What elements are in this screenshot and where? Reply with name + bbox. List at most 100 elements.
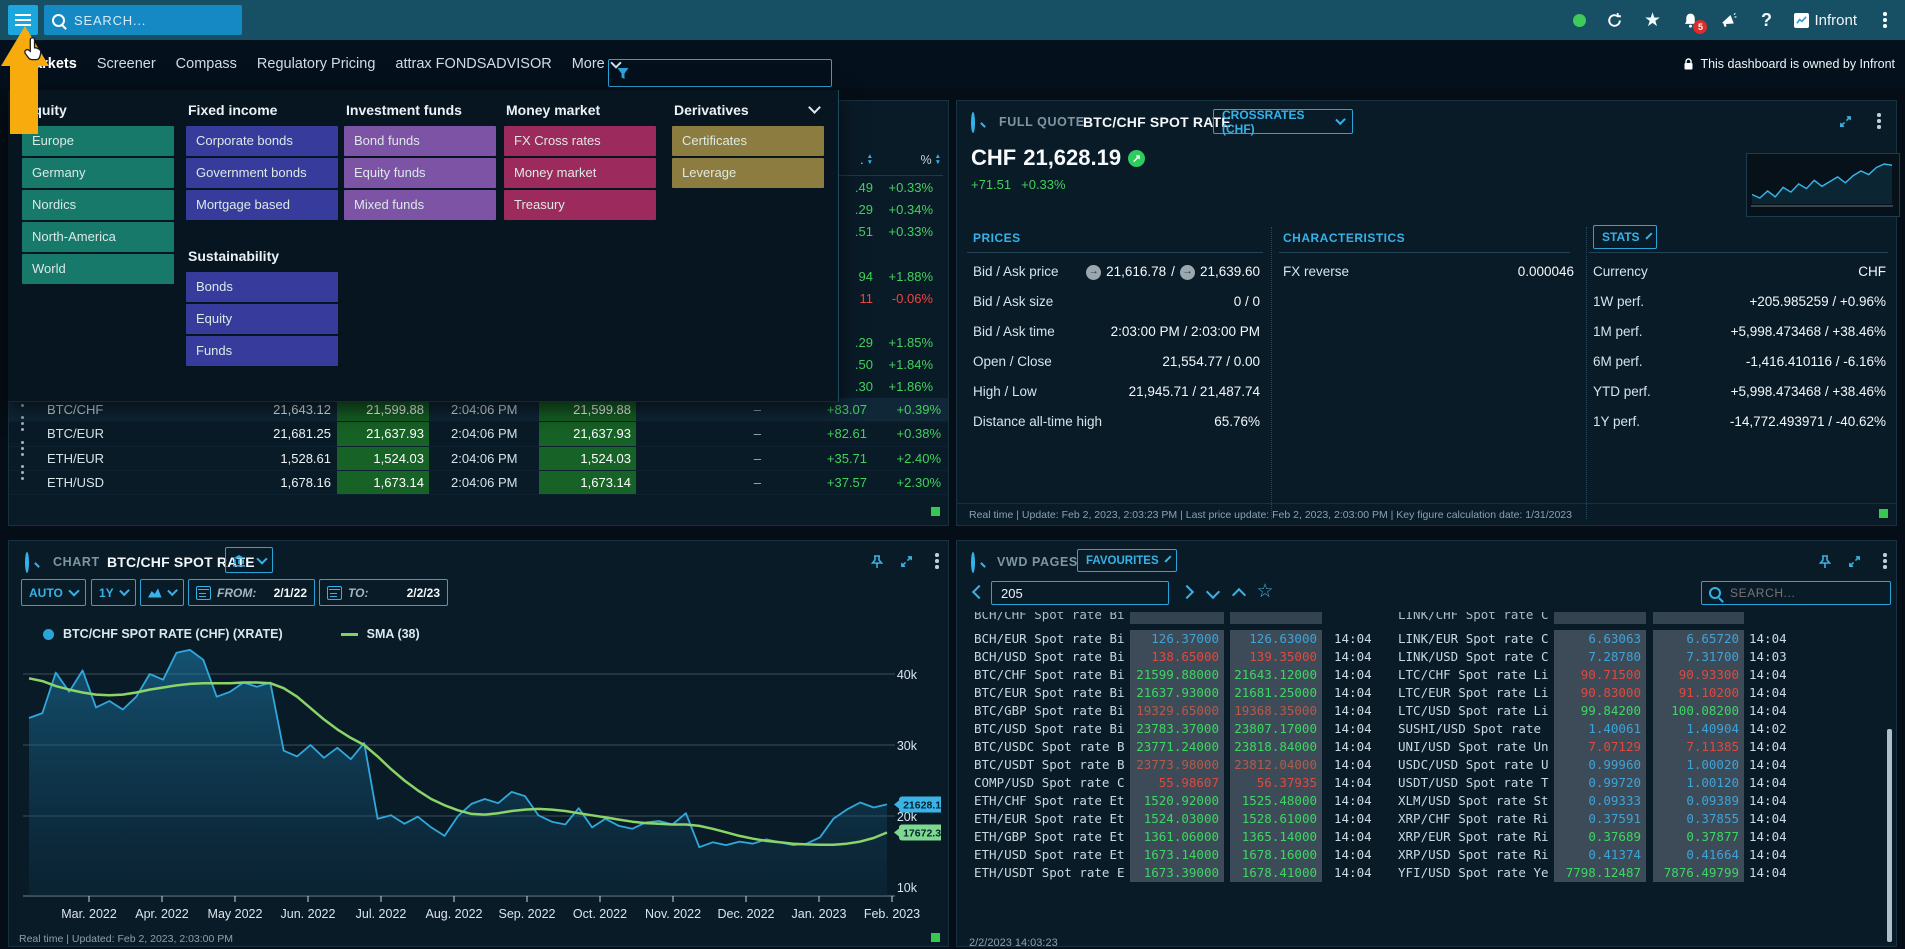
vwd-row[interactable]: BTC/CHF Spot rate Bi21599.8800021643.120… — [969, 666, 1809, 684]
notifications-bell-icon[interactable]: 5 — [1680, 10, 1700, 30]
ask-value — [1653, 612, 1744, 624]
row-value: -14,772.493971 / -40.62% — [1730, 407, 1886, 437]
context-selector-dropdown[interactable]: CROSSRATES (CHF) — [1213, 109, 1353, 134]
date-to-picker[interactable]: TO: 2/2/23 — [319, 579, 448, 606]
vwd-row[interactable]: BTC/GBP Spot rate Bi19329.6500019368.350… — [969, 702, 1809, 720]
vwd-row[interactable]: BCH/CHF Spot rate BiLINK/CHF Spot rate C — [969, 612, 1809, 624]
price-chart[interactable]: 40k30k20k10kMar. 2022Apr. 2022May 2022Ju… — [11, 646, 943, 926]
chevron-down-icon[interactable] — [808, 101, 821, 114]
menu-item-equity-funds[interactable]: Equity funds — [344, 158, 496, 188]
vwd-row[interactable]: BTC/EUR Spot rate Bi21637.9300021681.250… — [969, 684, 1809, 702]
time-value: 14:04 — [1749, 630, 1795, 648]
vertical-scrollbar[interactable] — [1887, 729, 1892, 942]
menu-item-leverage[interactable]: Leverage — [672, 158, 824, 188]
stats-row-1m-perf: 1M perf.+5,998.473468 / +38.46% — [1593, 317, 1886, 347]
tab-screener[interactable]: Screener — [97, 56, 156, 72]
favourite-star-icon[interactable]: ☆ — [1255, 581, 1275, 601]
vwd-row[interactable]: BTC/USD Spot rate Bi23783.3700023807.170… — [969, 720, 1809, 738]
table-row-eth-eur[interactable]: ETH/EUR1,528.611,524.032:04:06 PM1,524.0… — [9, 447, 948, 471]
chart-range-dropdown[interactable]: 1Y — [91, 579, 136, 606]
menu-item-funds[interactable]: Funds — [186, 336, 338, 366]
vwd-row[interactable]: BTC/USDC Spot rate B23771.2400023818.840… — [969, 738, 1809, 756]
time-value: 14:04 — [1334, 720, 1380, 738]
refresh-icon[interactable] — [1604, 10, 1624, 30]
overflow-menu-icon[interactable] — [1875, 10, 1895, 30]
expand-icon[interactable] — [896, 551, 916, 571]
vwd-row[interactable]: ETH/USDT Spot rate E1673.390001678.41000… — [969, 864, 1809, 882]
link-pin-icon[interactable] — [1815, 551, 1835, 571]
menu-filter-box[interactable] — [608, 59, 832, 87]
menu-group-header-investment-funds: Investment funds — [346, 102, 462, 118]
chart-mode-dropdown[interactable]: AUTO — [21, 579, 86, 606]
menu-item-equity[interactable]: Equity — [186, 304, 338, 334]
page-number-box[interactable] — [991, 581, 1169, 605]
vwd-row[interactable]: BCH/EUR Spot rate Bi126.37000126.6300014… — [969, 630, 1809, 648]
tab-regulatory-pricing[interactable]: Regulatory Pricing — [257, 56, 375, 72]
panel-menu-icon[interactable] — [1875, 551, 1895, 571]
page-down-icon[interactable] — [1203, 583, 1223, 603]
menu-item-treasury[interactable]: Treasury — [504, 190, 656, 220]
partial-pct: -0.06% — [869, 288, 933, 310]
menu-item-mortgage-based[interactable]: Mortgage based — [186, 190, 338, 220]
vwd-search-box[interactable] — [1701, 581, 1891, 605]
vwd-row[interactable]: ETH/CHF Spot rate Et1520.920001525.48000… — [969, 792, 1809, 810]
menu-item-north-america[interactable]: North-America — [22, 222, 174, 252]
menu-item-bond-funds[interactable]: Bond funds — [344, 126, 496, 156]
menu-item-germany[interactable]: Germany — [22, 158, 174, 188]
global-search-input[interactable] — [72, 12, 216, 29]
page-forward-icon[interactable] — [1177, 583, 1197, 603]
feedback-megaphone-icon[interactable] — [1718, 10, 1738, 30]
menubar-tabs: MarketsScreenerCompassRegulatory Pricing… — [22, 40, 620, 88]
tab-compass[interactable]: Compass — [176, 56, 237, 72]
vwd-row[interactable]: ETH/GBP Spot rate Et1361.060001365.14000… — [969, 828, 1809, 846]
menu-item-government-bonds[interactable]: Government bonds — [186, 158, 338, 188]
vwd-row[interactable]: COMP/USD Spot rate C55.9860756.3793514:0… — [969, 774, 1809, 792]
page-up-icon[interactable] — [1229, 583, 1249, 603]
page-back-icon[interactable] — [969, 583, 989, 603]
menu-item-nordics[interactable]: Nordics — [22, 190, 174, 220]
help-icon[interactable]: ? — [1756, 10, 1776, 30]
bid-value: 99.84200 — [1554, 702, 1646, 720]
cell-last: 1,678.16 — [211, 471, 331, 494]
menu-item-corporate-bonds[interactable]: Corporate bonds — [186, 126, 338, 156]
table-row-btc-eur[interactable]: BTC/EUR21,681.2521,637.932:04:06 PM21,63… — [9, 422, 948, 446]
vwd-search-input[interactable] — [1728, 585, 1872, 601]
watchlist-sort-header-pct[interactable]: %▲▼ — [867, 153, 941, 167]
menu-filter-input[interactable] — [637, 65, 811, 82]
time-value: 14:04 — [1334, 666, 1380, 684]
vwd-row[interactable]: BTC/USDT Spot rate B23773.9800023812.040… — [969, 756, 1809, 774]
page-number-input[interactable] — [999, 585, 1161, 602]
stats-dropdown[interactable]: STATS — [1593, 225, 1657, 249]
date-from-picker[interactable]: FROM: 2/1/22 — [188, 579, 315, 606]
vwd-row[interactable]: ETH/EUR Spot rate Et1524.030001528.61000… — [969, 810, 1809, 828]
menu-item-money-market[interactable]: Money market — [504, 158, 656, 188]
chevron-down-icon — [1335, 115, 1346, 126]
menu-item-europe[interactable]: Europe — [22, 126, 174, 156]
menu-item-mixed-funds[interactable]: Mixed funds — [344, 190, 496, 220]
favourites-star-icon[interactable]: ★ — [1642, 10, 1662, 30]
vwd-row[interactable]: BCH/USD Spot rate Bi138.65000139.3500014… — [969, 648, 1809, 666]
panel-menu-icon[interactable] — [1869, 111, 1889, 131]
dashboard-ownership-notice: This dashboard is owned by Infront — [1700, 57, 1895, 71]
menu-item-bonds[interactable]: Bonds — [186, 272, 338, 302]
link-pin-icon[interactable] — [867, 551, 887, 571]
panel-menu-icon[interactable] — [927, 551, 947, 571]
bid-value: 7.28780 — [1554, 648, 1646, 666]
favourites-dropdown[interactable]: FAVOURITES — [1077, 549, 1177, 572]
menu-item-certificates[interactable]: Certificates — [672, 126, 824, 156]
expand-icon[interactable] — [1835, 111, 1855, 131]
instrument-name: BTC/CHF Spot rate Bi — [974, 666, 1126, 684]
vwd-row[interactable]: ETH/USD Spot rate Et1673.140001678.16000… — [969, 846, 1809, 864]
menu-item-world[interactable]: World — [22, 254, 174, 284]
top-bar: ★ 5 ? Infront — [0, 0, 1905, 40]
menu-item-fx-cross-rates[interactable]: FX Cross rates — [504, 126, 656, 156]
cell-dash: – — [709, 471, 761, 494]
exchange-selector-dropdown[interactable] — [225, 547, 273, 573]
global-search-box[interactable] — [44, 5, 242, 35]
expand-icon[interactable] — [1844, 551, 1864, 571]
chart-type-dropdown[interactable] — [140, 579, 184, 606]
partial-pct: +0.33% — [869, 177, 933, 199]
instrument-name: BTC/EUR Spot rate Bi — [974, 684, 1126, 702]
table-row-eth-usd[interactable]: ETH/USD1,678.161,673.142:04:06 PM1,673.1… — [9, 471, 948, 495]
tab-attrax-fondsadvisor[interactable]: attrax FONDSADVISOR — [395, 56, 551, 72]
